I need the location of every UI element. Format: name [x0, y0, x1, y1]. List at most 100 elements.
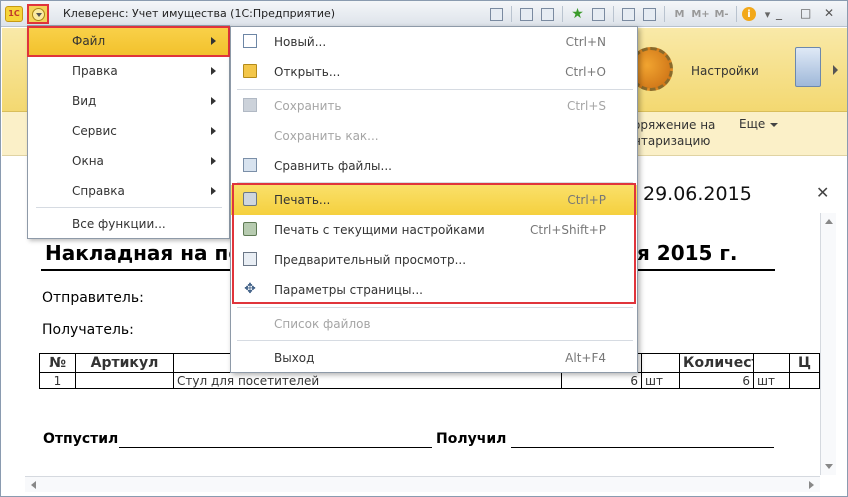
maximize-button[interactable]: □ [800, 6, 811, 20]
table-row: 1 Стул для посетителей 6 шт 6 шт [39, 372, 820, 389]
scroll-down-icon[interactable] [825, 464, 833, 469]
reference-book-icon[interactable] [795, 47, 821, 87]
scroll-up-icon[interactable] [825, 219, 833, 224]
minimize-button[interactable]: _ [776, 6, 782, 20]
menu-item-windows[interactable]: Окна [28, 147, 229, 176]
settings-section-link[interactable]: Настройки [691, 64, 759, 78]
memory-mminus-icon[interactable]: M- [712, 5, 731, 23]
menu-chevron-icon [32, 8, 45, 21]
menu-item-label: Справка [72, 184, 125, 198]
menu-item-all-functions[interactable]: Все функции... [28, 210, 229, 239]
save-icon[interactable] [487, 5, 506, 23]
menu-item-shortcut: Ctrl+N [565, 35, 606, 49]
sender-label: Отправитель: [42, 290, 144, 306]
menu-item-print[interactable]: Печать... Ctrl+P [231, 185, 637, 215]
menu-item-shortcut: Alt+F4 [565, 351, 606, 365]
menu-separator [237, 182, 633, 183]
chevron-right-icon [211, 97, 216, 105]
menu-separator [237, 89, 633, 90]
menu-item-edit[interactable]: Правка [28, 57, 229, 86]
title-toolbar: ★ M M+ M- i ▾ [487, 5, 777, 23]
menu-item-label: Параметры страницы... [274, 283, 423, 297]
table-cell [789, 372, 820, 389]
menu-item-label: Список файлов [274, 317, 371, 331]
title-bar: 1С Клеверенс: Учет имущества (1С:Предпри… [1, 1, 847, 27]
menu-item-file-list: Список файлов [231, 309, 637, 339]
close-icon[interactable]: ✕ [816, 183, 829, 202]
signature-line [511, 447, 774, 448]
info-icon[interactable]: i [742, 7, 756, 21]
released-by-label: Отпустил [43, 431, 119, 447]
menu-item-new[interactable]: Новый... Ctrl+N [231, 27, 637, 57]
preview-icon[interactable] [538, 5, 557, 23]
menu-item-open[interactable]: Открыть... Ctrl+O [231, 57, 637, 87]
menu-item-label: Печать с текущими настройками [274, 223, 485, 237]
print-icon[interactable] [517, 5, 536, 23]
table-cell: Стул для посетителей [173, 372, 562, 389]
more-button[interactable]: Еще [739, 117, 778, 131]
memory-mplus-icon[interactable]: M+ [691, 5, 710, 23]
open-folder-icon [243, 64, 257, 78]
menu-item-service[interactable]: Сервис [28, 117, 229, 146]
app-window: 1С Клеверенс: Учет имущества (1С:Предпри… [0, 0, 848, 497]
history-icon[interactable] [589, 5, 608, 23]
column-header: Артикул [75, 353, 174, 373]
close-window-button[interactable]: ✕ [824, 6, 834, 20]
printer-icon [243, 192, 257, 206]
chevron-right-icon [211, 127, 216, 135]
menu-item-file[interactable]: Файл [27, 26, 230, 57]
menu-item-shortcut: Ctrl+Shift+P [530, 223, 606, 237]
menu-item-label: Все функции... [72, 217, 166, 231]
menu-separator [237, 340, 633, 341]
menu-item-compare-files[interactable]: Сравнить файлы... [231, 151, 637, 181]
menu-item-page-settings[interactable]: ✥ Параметры страницы... [231, 275, 637, 305]
menu-separator [36, 207, 222, 208]
table-cell: 1 [39, 372, 76, 389]
scroll-left-icon[interactable] [31, 481, 36, 489]
table-cell: шт [641, 372, 680, 389]
chevron-right-icon [211, 157, 216, 165]
menu-item-help[interactable]: Справка [28, 177, 229, 206]
menu-item-print-current-settings[interactable]: Печать с текущими настройками Ctrl+Shift… [231, 215, 637, 245]
document-title: Накладная на пе [45, 241, 242, 265]
panel-scroll-right-icon[interactable] [833, 65, 838, 75]
menu-item-label: Печать... [274, 193, 331, 207]
menu-item-print-preview[interactable]: Предварительный просмотр... [231, 245, 637, 275]
calendar-icon[interactable] [640, 5, 659, 23]
chevron-down-icon[interactable]: ▾ [758, 5, 777, 23]
chevron-right-icon [211, 187, 216, 195]
menu-item-label: Вид [72, 94, 97, 108]
column-header: № [39, 353, 76, 373]
menu-item-label: Предварительный просмотр... [274, 253, 467, 267]
menu-item-exit[interactable]: Выход Alt+F4 [231, 343, 637, 373]
menu-separator [237, 307, 633, 308]
compare-files-icon [243, 158, 257, 172]
print-preview-icon [243, 252, 257, 266]
calculator-icon[interactable] [619, 5, 638, 23]
horizontal-scrollbar[interactable] [25, 476, 820, 492]
menu-item-label: Сохранить как... [274, 129, 379, 143]
scroll-right-icon[interactable] [809, 481, 814, 489]
menu-item-label: Окна [72, 154, 104, 168]
save-icon [243, 98, 257, 112]
document-title-suffix: я 2015 г. [637, 241, 738, 265]
command-link-inventory[interactable]: оряжение на нтаризацию [633, 117, 715, 149]
column-header [641, 353, 680, 373]
receiver-label: Получатель: [42, 322, 134, 338]
menu-item-view[interactable]: Вид [28, 87, 229, 116]
menu-item-label: Выход [274, 351, 315, 365]
menu-item-shortcut: Ctrl+O [565, 65, 606, 79]
menu-item-shortcut: Ctrl+P [567, 193, 606, 207]
chevron-right-icon [211, 67, 216, 75]
menu-item-label: Новый... [274, 35, 327, 49]
document-date: 29.06.2015 [643, 183, 752, 205]
menu-item-label: Открыть... [274, 65, 341, 79]
main-menu-button[interactable] [27, 4, 49, 24]
menu-item-label: Сохранить [274, 99, 342, 113]
vertical-scrollbar[interactable] [820, 213, 836, 475]
menu-item-label: Сравнить файлы... [274, 159, 392, 173]
memory-m-icon[interactable]: M [670, 5, 689, 23]
favorites-icon[interactable]: ★ [568, 5, 587, 23]
signature-line [119, 447, 432, 448]
window-title: Клеверенс: Учет имущества (1С:Предприяти… [63, 7, 336, 20]
